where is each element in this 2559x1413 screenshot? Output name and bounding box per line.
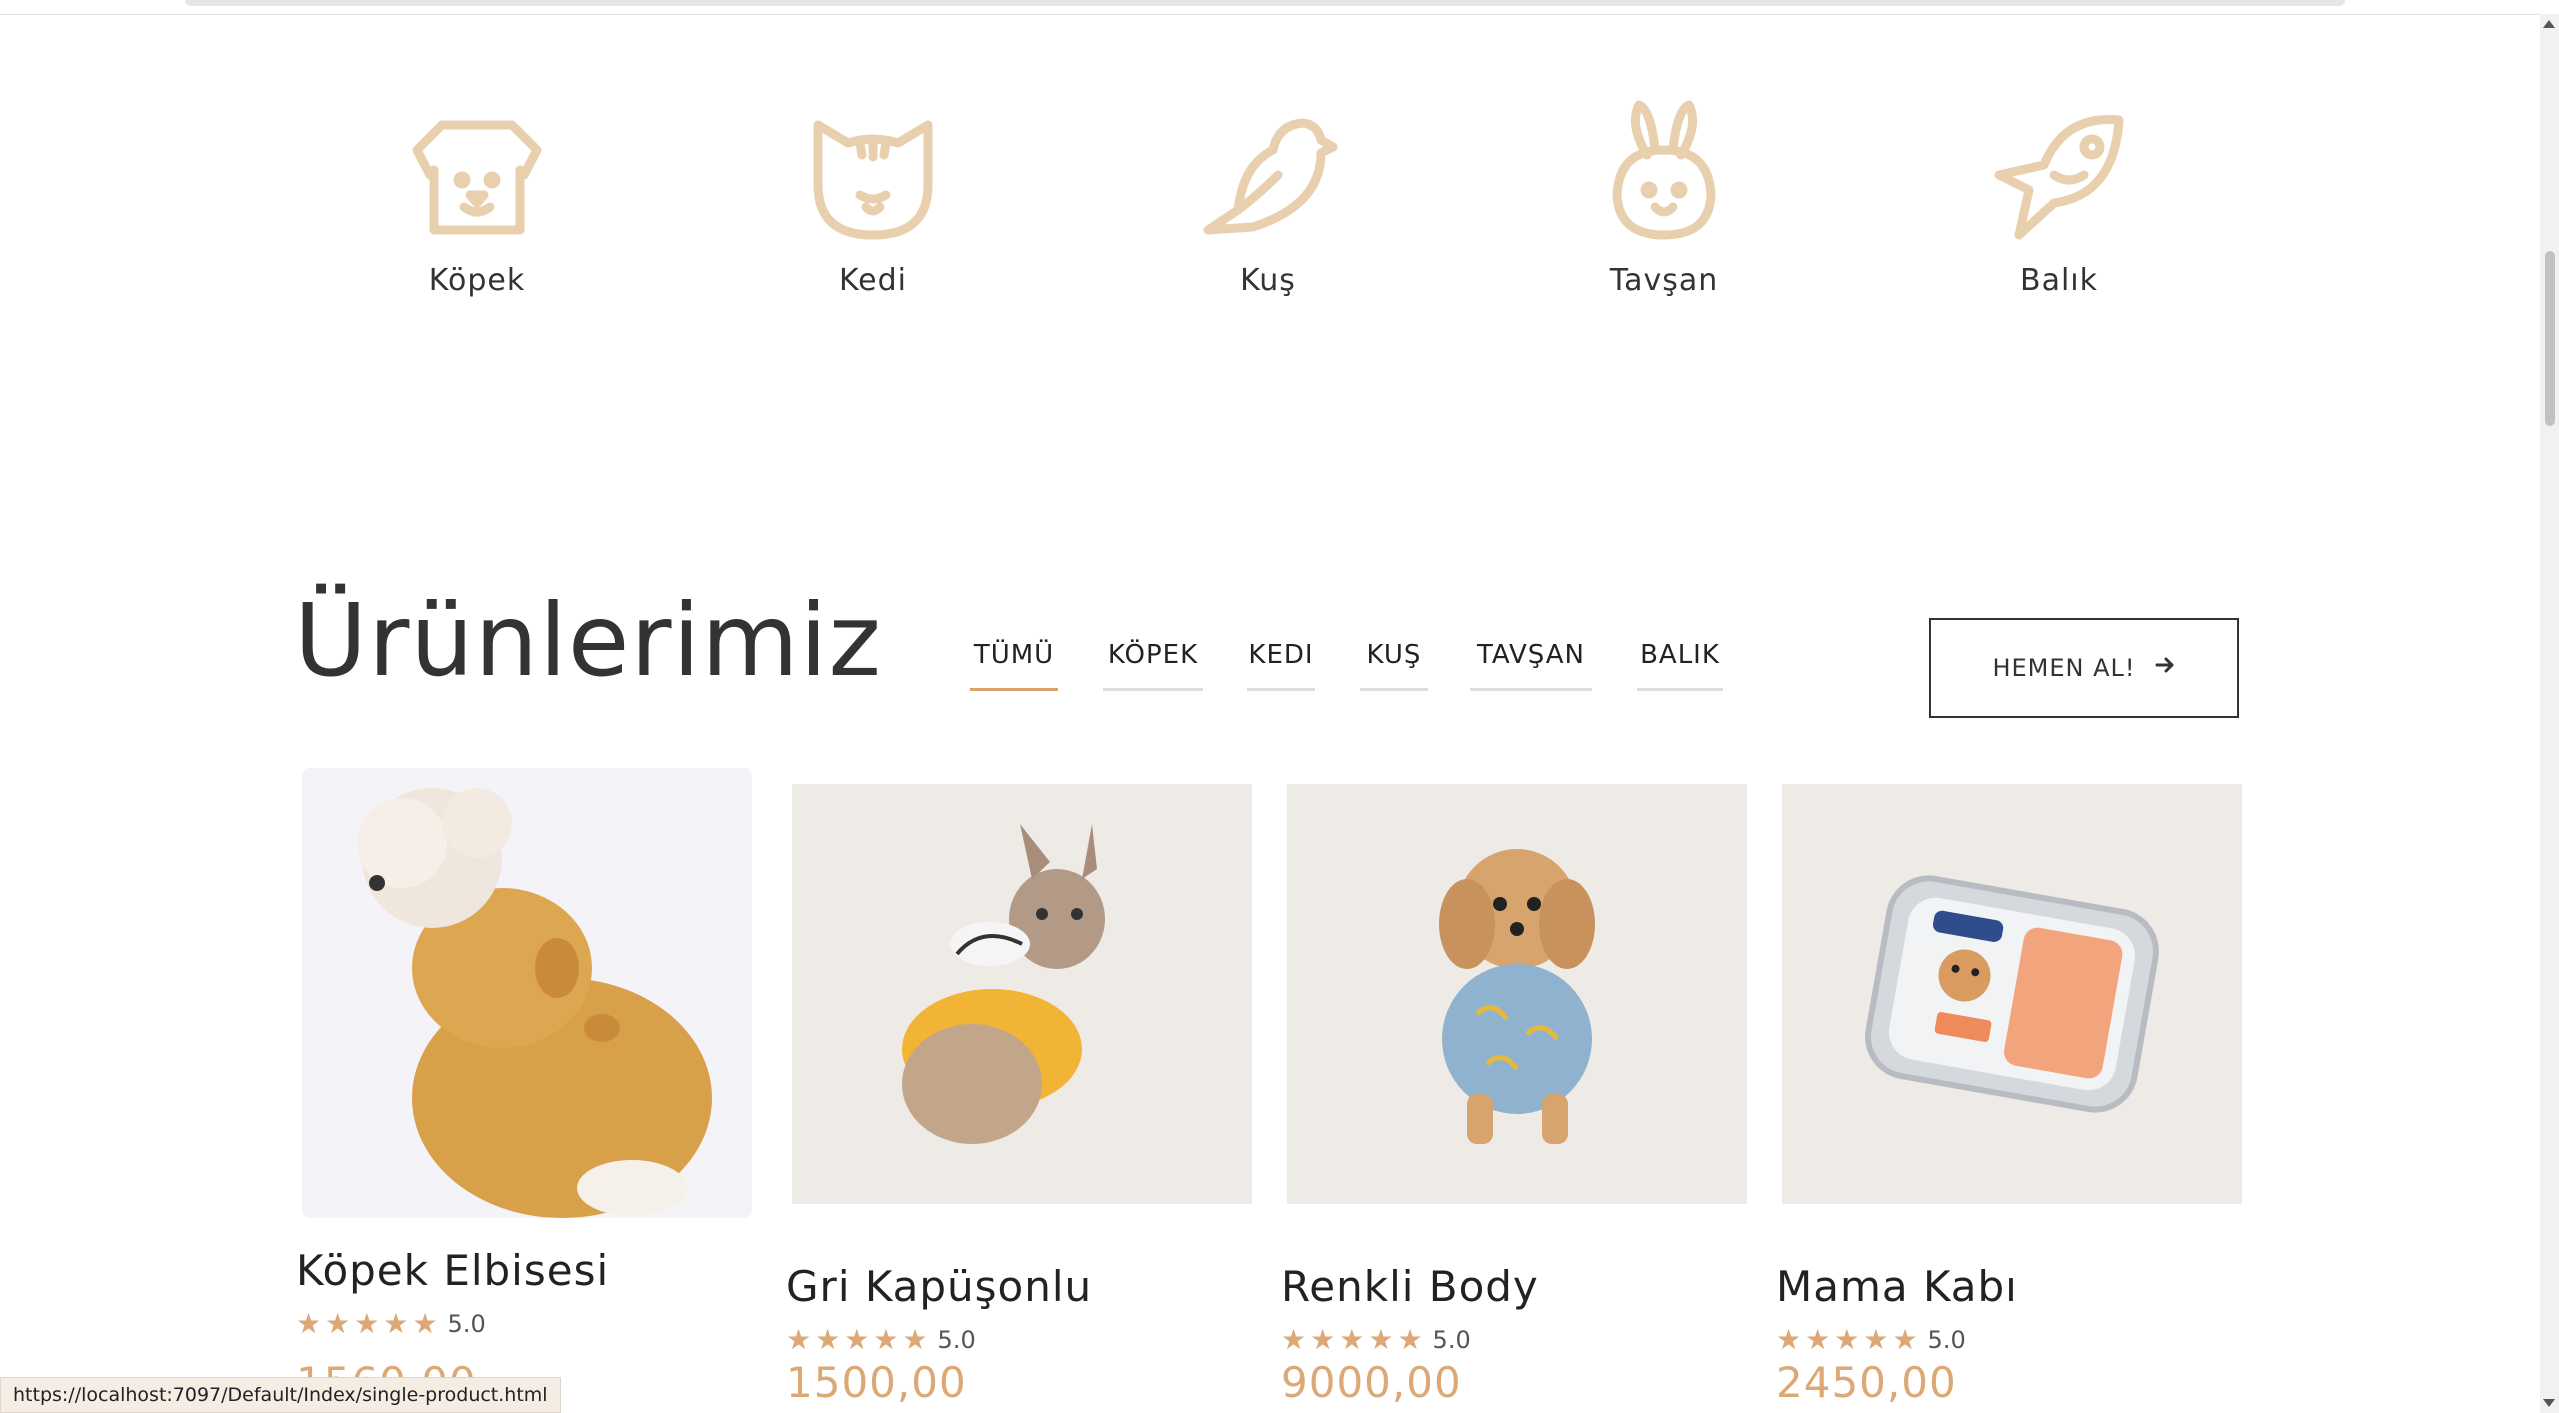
star-icon: ★ (412, 1307, 438, 1340)
buy-now-button[interactable]: HEMEN AL! (1929, 618, 2239, 718)
star-icon: ★ (873, 1323, 899, 1356)
star-icon: ★ (1397, 1323, 1423, 1356)
dog-icon (412, 120, 542, 235)
category-label: Tavşan (1609, 263, 1719, 298)
product-price: 2450,00 (1776, 1358, 1957, 1407)
product-rating: ★ ★ ★ ★ ★ 5.0 (1776, 1323, 1966, 1356)
product-card: Gri Kapüşonlu ★ ★ ★ ★ ★ 5.0 1500,00 (786, 784, 1252, 1407)
product-card: Mama Kabı ★ ★ ★ ★ ★ 5.0 2450,00 (1776, 784, 2242, 1407)
product-image[interactable] (302, 768, 752, 1218)
product-name[interactable]: Köpek Elbisesi (296, 1246, 609, 1295)
product-name[interactable]: Renkli Body (1281, 1262, 1539, 1311)
header-divider (0, 14, 2540, 15)
star-icon: ★ (325, 1307, 351, 1340)
category-cat[interactable]: Kedi (753, 95, 993, 298)
star-icon: ★ (1805, 1323, 1831, 1356)
scroll-down-arrow-icon[interactable] (2543, 1399, 2555, 1407)
star-icon: ★ (844, 1323, 870, 1356)
vertical-scrollbar[interactable] (2540, 14, 2559, 1413)
product-image[interactable] (1287, 784, 1747, 1204)
product-card: Renkli Body ★ ★ ★ ★ ★ 5.0 9000,00 (1281, 784, 1747, 1407)
product-rating: ★ ★ ★ ★ ★ 5.0 (1281, 1323, 1471, 1356)
star-icon: ★ (383, 1307, 409, 1340)
search-bar-edge (185, 0, 2345, 6)
star-icon: ★ (354, 1307, 380, 1340)
rating-value: 5.0 (937, 1326, 976, 1354)
rating-value: 5.0 (447, 1310, 486, 1338)
star-icon: ★ (1834, 1323, 1860, 1356)
product-card: Köpek Elbisesi ★ ★ ★ ★ ★ 5.0 1560,00 (296, 768, 762, 1407)
category-label: Kuş (1240, 263, 1296, 298)
star-icon: ★ (1339, 1323, 1365, 1356)
category-label: Köpek (428, 263, 526, 298)
product-rating: ★ ★ ★ ★ ★ 5.0 (296, 1307, 486, 1340)
filter-tab-all[interactable]: TÜMÜ (970, 640, 1058, 691)
product-rating: ★ ★ ★ ★ ★ 5.0 (786, 1323, 976, 1356)
arrow-right-icon (2154, 654, 2176, 682)
star-icon: ★ (786, 1323, 812, 1356)
product-name[interactable]: Mama Kabı (1776, 1262, 2018, 1311)
category-label: Balık (2019, 263, 2098, 298)
product-price: 9000,00 (1281, 1358, 1462, 1407)
product-image[interactable] (1782, 784, 2242, 1204)
category-dog[interactable]: Köpek (357, 95, 597, 298)
category-rabbit[interactable]: Tavşan (1544, 95, 1784, 298)
rating-value: 5.0 (1927, 1326, 1966, 1354)
product-name[interactable]: Gri Kapüşonlu (786, 1262, 1092, 1311)
scroll-up-arrow-icon[interactable] (2543, 20, 2555, 28)
filter-tab-dog[interactable]: KÖPEK (1103, 640, 1203, 691)
filter-tab-fish[interactable]: BALIK (1637, 640, 1723, 691)
scroll-thumb[interactable] (2545, 251, 2555, 426)
category-strip: Köpek Kedi Kuş Tavşan Balık (0, 95, 2540, 315)
product-image[interactable] (792, 784, 1252, 1204)
rating-value: 5.0 (1432, 1326, 1471, 1354)
category-label: Kedi (838, 263, 907, 298)
star-icon: ★ (1892, 1323, 1918, 1356)
star-icon: ★ (1281, 1323, 1307, 1356)
star-icon: ★ (902, 1323, 928, 1356)
star-icon: ★ (296, 1307, 322, 1340)
rabbit-icon (1612, 100, 1716, 240)
star-icon: ★ (1863, 1323, 1889, 1356)
category-fish[interactable]: Balık (1939, 95, 2179, 298)
category-bird[interactable]: Kuş (1148, 95, 1388, 298)
link-preview-status: https://localhost:7097/Default/Index/sin… (0, 1377, 561, 1413)
bird-icon (1203, 118, 1338, 235)
filter-tab-bird[interactable]: KUŞ (1360, 640, 1428, 691)
product-price: 1500,00 (786, 1358, 967, 1407)
star-icon: ★ (1776, 1323, 1802, 1356)
star-icon: ★ (1368, 1323, 1394, 1356)
star-icon: ★ (1310, 1323, 1336, 1356)
filter-tab-rabbit[interactable]: TAVŞAN (1470, 640, 1592, 691)
buy-now-label: HEMEN AL! (1992, 654, 2136, 682)
filter-tab-cat[interactable]: KEDI (1247, 640, 1315, 691)
fish-icon (1994, 115, 2124, 240)
cat-icon (813, 120, 933, 240)
star-icon: ★ (815, 1323, 841, 1356)
section-title: Ürünlerimiz (294, 582, 882, 699)
